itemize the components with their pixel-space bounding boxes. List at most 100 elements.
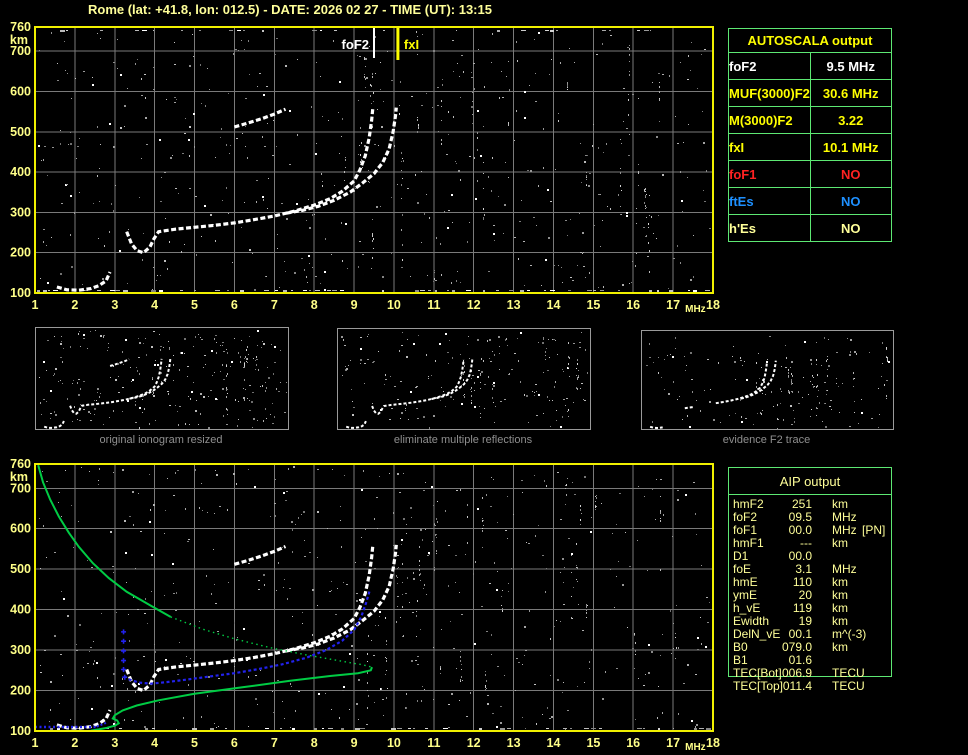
aip-output-header: AIP output bbox=[729, 468, 891, 495]
fxi-marker-line bbox=[396, 28, 400, 60]
aip-output-rows: hmF2 251 km foF2 09.5 MHz foF1 00.0 MHz [PN] hmF1-… bbox=[728, 498, 892, 708]
svg-text:200: 200 bbox=[10, 684, 31, 698]
thumb-e-trace bbox=[345, 420, 367, 429]
svg-text:6: 6 bbox=[231, 736, 238, 750]
autoscala-param-value: 9.5 MHz bbox=[809, 52, 892, 80]
svg-text:km: km bbox=[10, 33, 28, 47]
thumbnail-2 bbox=[337, 328, 591, 430]
aip-param-extra: [PN] bbox=[862, 523, 886, 537]
svg-text:760: 760 bbox=[10, 457, 31, 471]
aip-param-unit: km bbox=[832, 536, 848, 550]
thumb-x-trace bbox=[129, 358, 172, 400]
autoscala-row-muf3000f2: MUF(3000)F2 30.6 MHz bbox=[728, 79, 892, 107]
svg-text:13: 13 bbox=[507, 736, 521, 750]
svg-text:3: 3 bbox=[111, 298, 118, 312]
svg-text:12: 12 bbox=[467, 298, 481, 312]
svg-text:14: 14 bbox=[547, 736, 561, 750]
svg-text:600: 600 bbox=[10, 85, 31, 99]
svg-text:MHz: MHz bbox=[685, 742, 706, 753]
station-date-title: Rome (lat: +41.8, lon: 012.5) - DATE: 20… bbox=[88, 2, 492, 17]
svg-text:7: 7 bbox=[271, 736, 278, 750]
svg-text:9: 9 bbox=[351, 298, 358, 312]
svg-text:300: 300 bbox=[10, 205, 31, 219]
thumb-o-trace bbox=[69, 358, 163, 415]
autoscala-param-value: 3.22 bbox=[809, 106, 892, 134]
thumbnail-caption-1: original ionogram resized bbox=[99, 434, 223, 446]
svg-text:17: 17 bbox=[666, 298, 680, 312]
svg-text:18: 18 bbox=[706, 736, 720, 750]
thumb-cusp-bit bbox=[684, 406, 694, 410]
autoscala-window: Rome (lat: +41.8, lon: 012.5) - DATE: 20… bbox=[0, 0, 968, 755]
svg-text:2: 2 bbox=[71, 298, 78, 312]
autoscala-param-label: foF1 bbox=[728, 160, 811, 188]
svg-text:2: 2 bbox=[71, 736, 78, 750]
svg-text:5: 5 bbox=[191, 298, 198, 312]
svg-text:MHz: MHz bbox=[685, 304, 706, 314]
thumb-second-hop bbox=[109, 358, 130, 367]
grid-lines bbox=[35, 27, 713, 293]
svg-text:100: 100 bbox=[10, 286, 31, 300]
edge-noise-dashes bbox=[37, 290, 710, 292]
svg-text:6: 6 bbox=[231, 298, 238, 312]
svg-text:1: 1 bbox=[32, 736, 39, 750]
axis-tick-labels: 760700600500400300200100km1 2 3 4 5 6 7 8 9 10 11 1… bbox=[10, 20, 720, 314]
svg-text:500: 500 bbox=[10, 562, 31, 576]
autoscala-row-m3000f2: M(3000)F2 3.22 bbox=[728, 106, 892, 134]
svg-text:16: 16 bbox=[626, 736, 640, 750]
top-ionogram-plot: foF2 fxI760700600500400300200100km1 2 3 4 5 6 7… bbox=[10, 20, 720, 314]
thumbnail-3 bbox=[641, 330, 894, 430]
svg-text:100: 100 bbox=[10, 724, 31, 738]
profile-extrapolated bbox=[170, 616, 373, 668]
svg-text:15: 15 bbox=[586, 736, 600, 750]
thumb-e-bits bbox=[649, 425, 663, 429]
f2-ordinary-trace bbox=[125, 108, 375, 255]
svg-text:500: 500 bbox=[10, 125, 31, 139]
edge-noise-dashes bbox=[50, 728, 711, 730]
aip-param-value: 011.4 bbox=[782, 679, 812, 693]
svg-text:12: 12 bbox=[467, 736, 481, 750]
thumbnail-1 bbox=[35, 327, 289, 430]
svg-text:8: 8 bbox=[311, 736, 318, 750]
thumbnail-caption-2: eliminate multiple reflections bbox=[393, 434, 533, 446]
svg-text:7: 7 bbox=[271, 298, 278, 312]
autoscala-param-value: 10.1 MHz bbox=[809, 133, 892, 161]
autoscala-header: AUTOSCALA output bbox=[728, 28, 892, 53]
svg-text:4: 4 bbox=[151, 736, 158, 750]
bottom-ionogram-profile-plot: 760700600500400300200100km1 2 3 4 5 6 7 8 9 10 11 1… bbox=[10, 457, 720, 753]
svg-text:300: 300 bbox=[10, 643, 31, 657]
f2-extraordinary-trace bbox=[286, 107, 398, 215]
aip-row-tectop: TEC[Top] 011.4 TECU bbox=[728, 680, 892, 693]
autoscala-row-ftes: ftEs NO bbox=[728, 187, 892, 215]
svg-text:11: 11 bbox=[427, 298, 440, 312]
noise-speckles bbox=[646, 336, 890, 429]
svg-text:400: 400 bbox=[10, 603, 31, 617]
autoscala-row-hes: h'Es NO bbox=[728, 214, 892, 242]
autoscala-param-label: fxI bbox=[728, 133, 811, 161]
fof2-marker-label: foF2 bbox=[342, 37, 369, 52]
autoscala-param-label: foF2 bbox=[728, 52, 811, 80]
svg-text:13: 13 bbox=[507, 298, 521, 312]
autoscala-row-fof1: foF1 NO bbox=[728, 160, 892, 188]
svg-text:200: 200 bbox=[10, 246, 31, 260]
thumb-e-trace bbox=[43, 420, 65, 429]
ionogram-echo-traces bbox=[56, 107, 398, 292]
svg-text:16: 16 bbox=[626, 298, 640, 312]
svg-text:km: km bbox=[10, 470, 28, 484]
autoscala-param-value: NO bbox=[809, 187, 892, 215]
second-hop-trace bbox=[233, 545, 287, 566]
autoscala-param-value: NO bbox=[809, 160, 892, 188]
scaled-frequency-markers: foF2 fxI bbox=[342, 28, 419, 60]
autoscala-row-fof2: foF2 9.5 MHz bbox=[728, 52, 892, 80]
svg-text:18: 18 bbox=[706, 298, 720, 312]
second-hop-trace bbox=[233, 107, 287, 129]
axis-tick-labels: 760700600500400300200100km1 2 3 4 5 6 7 8 9 10 11 1… bbox=[10, 457, 720, 753]
autoscala-param-value: NO bbox=[809, 214, 892, 242]
autoscala-param-label: h'Es bbox=[728, 214, 811, 242]
svg-text:14: 14 bbox=[547, 298, 561, 312]
thumb-o-trace bbox=[715, 360, 769, 405]
thumbnail-caption-3: evidence F2 trace bbox=[722, 434, 811, 446]
svg-text:10: 10 bbox=[387, 736, 401, 750]
svg-text:1: 1 bbox=[32, 298, 39, 312]
profile-bottomside bbox=[90, 666, 373, 732]
autoscala-param-label: M(3000)F2 bbox=[728, 106, 811, 134]
